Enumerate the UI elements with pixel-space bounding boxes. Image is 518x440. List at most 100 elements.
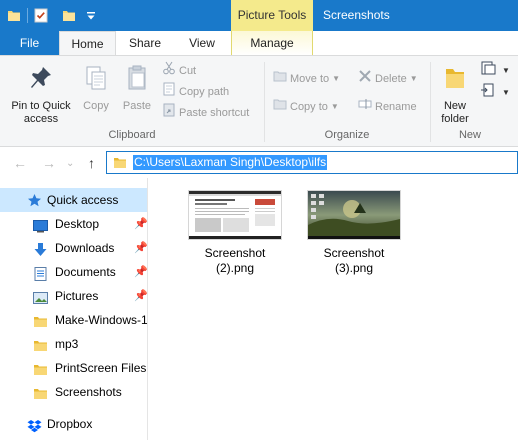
folder-icon[interactable]	[7, 8, 21, 26]
nav-item-dropbox[interactable]: Dropbox	[0, 412, 147, 436]
star-icon	[27, 192, 42, 212]
file-name-line2: (2).png	[215, 261, 255, 275]
paste-button[interactable]: Paste	[118, 60, 156, 113]
folder-icon	[33, 337, 48, 356]
pictures-icon	[33, 289, 48, 308]
rename-button[interactable]: Rename	[358, 97, 417, 115]
folder-icon	[33, 361, 48, 380]
tab-view[interactable]: View	[174, 31, 230, 55]
nav-item-label: Downloads	[55, 241, 115, 255]
nav-item-desktop[interactable]: Desktop 📌	[0, 212, 147, 236]
easy-access-caret-icon: ▼	[502, 88, 510, 97]
move-to-button[interactable]: Move to ▼	[273, 69, 340, 87]
desktop-icon	[33, 217, 48, 236]
clipboard-group-label: Clipboard	[108, 129, 156, 141]
tab-file[interactable]: File	[0, 31, 59, 55]
new-folder-label-line2: folder	[441, 113, 469, 125]
file-name-line1: Screenshot	[204, 246, 266, 260]
cut-label: Cut	[179, 64, 197, 77]
documents-icon	[33, 265, 48, 284]
file-name-line2: (3).png	[334, 261, 374, 275]
cut-button[interactable]: Cut	[162, 61, 196, 79]
new-group-label: New	[458, 129, 481, 141]
nav-item-label: PrintScreen Files	[55, 361, 147, 375]
easy-access-button[interactable]: ▼	[480, 82, 510, 100]
paste-shortcut-label: Paste shortcut	[179, 106, 250, 119]
nav-item-mp3[interactable]: mp3	[0, 332, 147, 356]
copy-icon	[78, 64, 114, 96]
nav-item-screenshots[interactable]: Screenshots	[0, 380, 147, 404]
nav-item-label: mp3	[55, 337, 79, 351]
tab-share[interactable]: Share	[118, 31, 172, 55]
recent-locations-caret-icon[interactable]: ⌄	[66, 158, 74, 169]
back-arrow-icon[interactable]: ←	[13, 155, 27, 171]
folder-icon	[33, 385, 48, 404]
ribbon: Pin to Quick access Copy Paste Cut Copy …	[0, 55, 518, 147]
copy-path-icon	[162, 82, 176, 102]
ribbon-tabs: File Home Share View Manage	[0, 31, 518, 55]
tab-home[interactable]: Home	[59, 31, 116, 55]
copy-to-button[interactable]: Copy to ▼	[273, 97, 339, 115]
delete-x-icon	[358, 69, 372, 89]
organize-group-label: Organize	[324, 129, 370, 141]
copy-button[interactable]: Copy	[78, 60, 114, 113]
download-arrow-icon	[33, 241, 48, 260]
file-list[interactable]: Screenshot (2).png Screenshot (3).png	[149, 178, 518, 440]
up-arrow-icon[interactable]: ↑	[88, 155, 95, 171]
pin-label-line1: Pin to Quick	[11, 100, 71, 112]
nav-item-label: Desktop	[55, 217, 100, 231]
customize-dropdown-icon[interactable]	[86, 10, 96, 24]
nav-item-downloads[interactable]: Downloads 📌	[0, 236, 147, 260]
contextual-tab-title: Picture Tools	[231, 0, 313, 31]
address-bar[interactable]: C:\Users\Laxman Singh\Desktop\ilfs	[106, 151, 518, 174]
delete-label: Delete	[375, 72, 407, 85]
pin-icon: 📌	[134, 290, 147, 302]
pin-icon	[4, 64, 78, 96]
nav-item-pictures[interactable]: Pictures 📌	[0, 284, 147, 308]
new-item-caret-icon: ▼	[502, 66, 510, 75]
paste-icon	[118, 64, 156, 96]
paste-label: Paste	[122, 100, 152, 112]
scissors-icon	[162, 61, 176, 81]
new-folder-icon	[434, 64, 476, 96]
new-folder-button[interactable]: New folder	[434, 60, 476, 126]
nav-item-documents[interactable]: Documents 📌	[0, 260, 147, 284]
file-item[interactable]: Screenshot (2).png	[185, 190, 285, 276]
forward-arrow-icon[interactable]: →	[42, 155, 56, 171]
nav-quick-access[interactable]: Quick access	[0, 188, 147, 212]
pin-icon: 📌	[134, 266, 147, 278]
nav-item-label: Screenshots	[55, 385, 122, 399]
folder-icon	[113, 156, 127, 173]
nav-item-printscreen-files[interactable]: PrintScreen Files	[0, 356, 147, 380]
tab-manage[interactable]: Manage	[231, 31, 313, 55]
file-item[interactable]: Screenshot (3).png	[304, 190, 404, 276]
new-folder-label-line1: New	[443, 100, 466, 112]
properties-icon[interactable]	[34, 8, 48, 26]
nav-item-label: Quick access	[47, 193, 119, 207]
window-title: Screenshots	[323, 8, 390, 22]
copy-to-icon	[273, 97, 287, 117]
move-to-icon	[273, 69, 287, 89]
navigation-pane[interactable]: Quick access Desktop 📌 Downloads 📌 Docum…	[0, 178, 148, 440]
pin-to-quick-access-button[interactable]: Pin to Quick access	[4, 60, 78, 126]
paste-shortcut-button[interactable]: Paste shortcut	[162, 103, 249, 121]
nav-item-label: Make-Windows-1	[55, 313, 147, 327]
copy-path-button[interactable]: Copy path	[162, 82, 229, 100]
dropbox-icon	[27, 417, 42, 436]
nav-item-label: Pictures	[55, 289, 99, 303]
address-path[interactable]: C:\Users\Laxman Singh\Desktop\ilfs	[133, 155, 328, 170]
nav-item-label: Documents	[55, 265, 116, 279]
file-name-line1: Screenshot	[323, 246, 385, 260]
paste-shortcut-icon	[162, 103, 176, 123]
delete-button[interactable]: Delete ▼	[358, 69, 418, 87]
new-folder-icon[interactable]	[62, 8, 76, 26]
new-item-icon	[480, 60, 496, 82]
nav-item-make-windows[interactable]: Make-Windows-1	[0, 308, 147, 332]
copy-to-caret-icon: ▼	[330, 102, 339, 111]
new-item-button[interactable]: ▼	[480, 60, 510, 78]
copy-to-label: Copy to	[290, 100, 328, 113]
copy-label: Copy	[83, 100, 109, 112]
title-bar: Picture Tools Screenshots	[0, 0, 518, 31]
nav-item-label: Dropbox	[47, 417, 93, 431]
address-row: ← → ⌄ ↑ C:\Users\Laxman Singh\Desktop\il…	[0, 148, 518, 178]
